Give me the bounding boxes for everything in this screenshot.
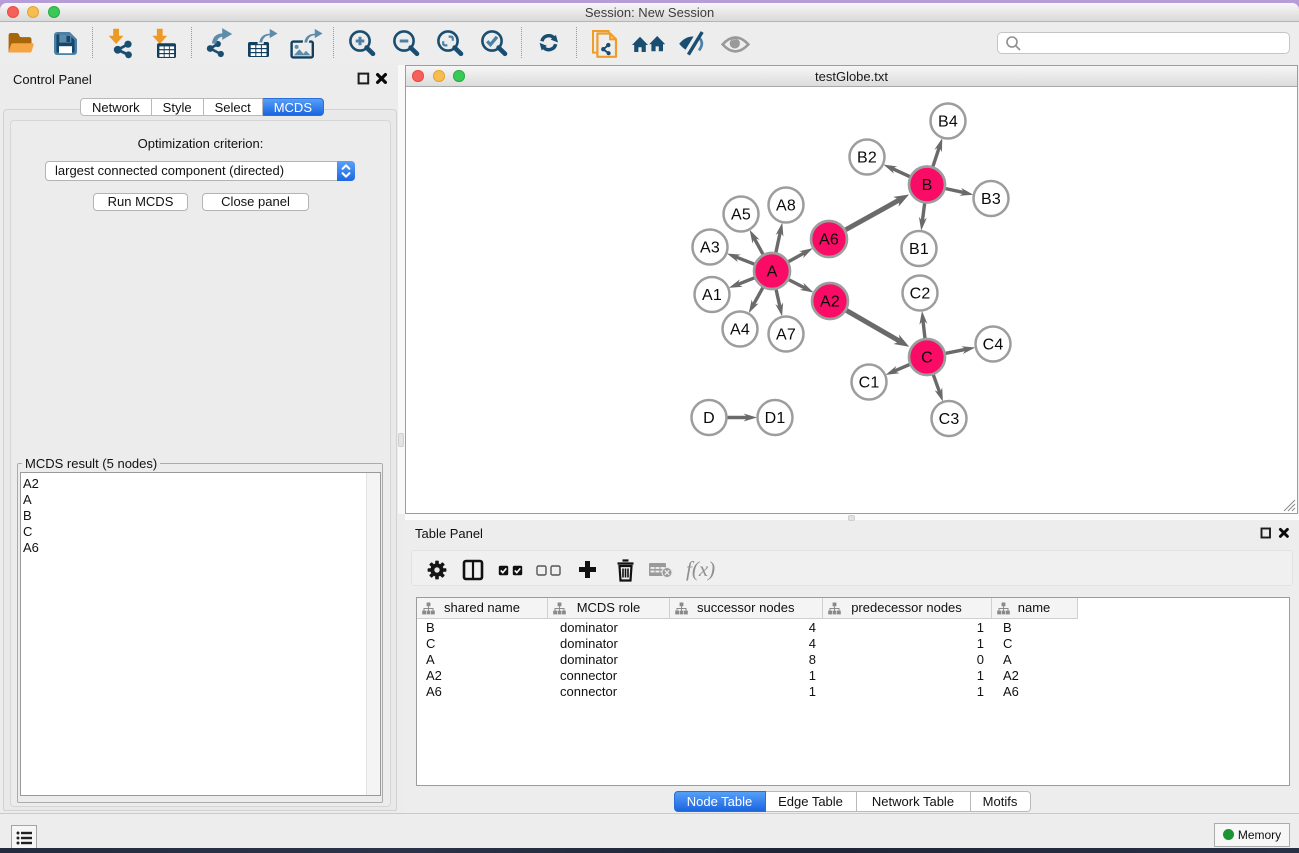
- svg-text:C1: C1: [859, 375, 880, 392]
- svg-text:C2: C2: [910, 286, 931, 303]
- svg-text:C: C: [921, 350, 933, 367]
- svg-text:B3: B3: [981, 191, 1001, 208]
- svg-text:A1: A1: [702, 287, 722, 304]
- svg-text:A3: A3: [700, 240, 720, 257]
- svg-text:B2: B2: [857, 150, 877, 167]
- svg-text:B4: B4: [938, 114, 958, 131]
- svg-text:C4: C4: [983, 337, 1004, 354]
- svg-text:A2: A2: [820, 294, 840, 311]
- svg-text:D: D: [703, 410, 715, 427]
- svg-text:A6: A6: [819, 232, 839, 249]
- svg-text:C3: C3: [939, 411, 960, 428]
- svg-text:A: A: [767, 264, 778, 281]
- svg-text:A8: A8: [776, 198, 796, 215]
- svg-text:A7: A7: [776, 327, 796, 344]
- svg-text:A5: A5: [731, 207, 751, 224]
- svg-text:A4: A4: [730, 322, 750, 339]
- svg-text:B: B: [922, 177, 933, 194]
- svg-text:D1: D1: [765, 410, 786, 427]
- svg-text:B1: B1: [909, 241, 929, 258]
